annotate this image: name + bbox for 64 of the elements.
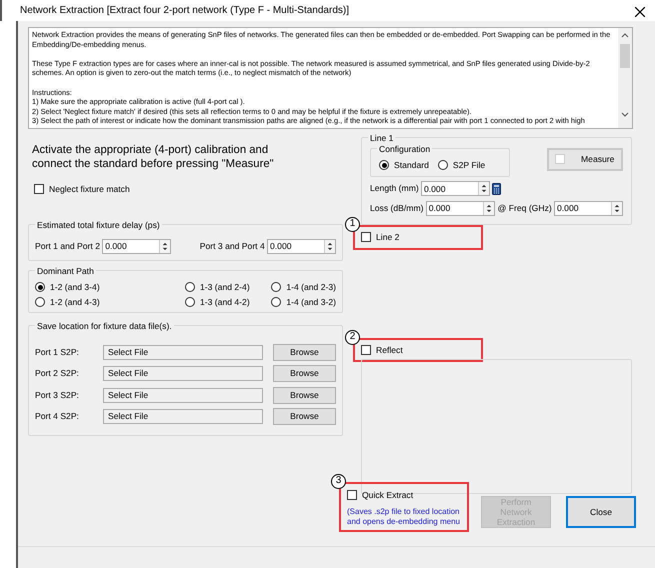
radio-button[interactable] bbox=[438, 160, 448, 170]
instruction-heading: Activate the appropriate (4-port) calibration and connect the standard before pressing "Measure" bbox=[32, 142, 275, 171]
field-label: Port 4 S2P: bbox=[35, 410, 80, 424]
callout-number: 2 bbox=[345, 330, 360, 345]
note-text: (Saves .s2p file to fixed location bbox=[347, 507, 461, 518]
checkbox[interactable] bbox=[361, 345, 371, 356]
spin-buttons-icon[interactable] bbox=[324, 240, 335, 253]
browse-button[interactable]: Browse bbox=[273, 365, 336, 382]
radio-button[interactable] bbox=[185, 297, 195, 308]
file-path-field[interactable]: Select File bbox=[103, 388, 263, 403]
callout-number: 1 bbox=[345, 216, 360, 232]
radio-button[interactable] bbox=[379, 160, 389, 170]
spin-buttons-icon[interactable] bbox=[159, 240, 170, 253]
radio-button[interactable] bbox=[35, 297, 45, 308]
radio-button[interactable] bbox=[271, 297, 282, 308]
number-field[interactable]: 0.000 bbox=[267, 238, 336, 254]
checkbox[interactable] bbox=[34, 184, 44, 194]
checkbox-label[interactable]: Line 2 bbox=[376, 230, 400, 244]
radio-label[interactable]: 1-3 (and 2-4) bbox=[200, 280, 250, 294]
radio-label[interactable]: 1-2 (and 4-3) bbox=[50, 296, 100, 309]
field-label: Port 3 and Port 4 bbox=[200, 240, 265, 253]
radio-label[interactable]: 1-4 (and 2-3) bbox=[286, 280, 336, 294]
number-field[interactable]: 0.000 bbox=[426, 200, 495, 216]
radio-button[interactable] bbox=[35, 282, 45, 292]
field-label: Port 2 S2P: bbox=[35, 367, 80, 380]
field-label: Length (mm) bbox=[370, 182, 419, 196]
spin-buttons-icon[interactable] bbox=[482, 202, 494, 215]
spin-buttons-icon[interactable] bbox=[611, 202, 622, 215]
calculator-icon[interactable] bbox=[492, 182, 502, 195]
radio-label[interactable]: Standard bbox=[394, 158, 429, 172]
radio-label[interactable]: 1-4 (and 3-2) bbox=[286, 296, 336, 309]
field-label: @ Freq (GHz) bbox=[498, 202, 552, 215]
checkbox[interactable] bbox=[347, 490, 357, 500]
close-button[interactable]: Close bbox=[566, 496, 636, 528]
browse-button[interactable]: Browse bbox=[273, 344, 336, 361]
spin-buttons-icon[interactable] bbox=[478, 182, 489, 196]
file-path-field[interactable]: Select File bbox=[103, 344, 263, 360]
browse-button[interactable]: Browse bbox=[273, 386, 336, 404]
file-path-field[interactable]: Select File bbox=[103, 366, 263, 382]
radio-button[interactable] bbox=[271, 282, 282, 292]
note-text: and opens de-embedding menu bbox=[347, 517, 461, 528]
group-title: Save location for fixture data file(s). bbox=[35, 320, 174, 332]
window-title: Network Extraction [Extract four 2-port network (Type F - Multi-Standards)] bbox=[20, 4, 349, 18]
callout-number: 3 bbox=[331, 474, 346, 489]
measure-button[interactable]: Measure bbox=[547, 148, 623, 171]
number-field[interactable]: 0.000 bbox=[554, 200, 623, 216]
browse-button[interactable]: Browse bbox=[273, 408, 336, 426]
radio-label[interactable]: S2P File bbox=[452, 158, 486, 172]
number-field[interactable]: 0.000 bbox=[102, 238, 172, 254]
file-path-field[interactable]: Select File bbox=[103, 409, 263, 424]
checkbox-label[interactable]: Reflect bbox=[376, 344, 403, 357]
radio-label[interactable]: 1-2 (and 3-4) bbox=[50, 280, 100, 294]
checkbox-label[interactable]: Quick Extract bbox=[362, 488, 414, 502]
field-label: Port 1 and Port 2 bbox=[35, 240, 100, 253]
checkbox[interactable] bbox=[361, 232, 371, 242]
number-field[interactable]: 0.000 bbox=[420, 181, 490, 196]
radio-label[interactable]: 1-3 (and 4-2) bbox=[200, 296, 250, 309]
group-title: Configuration bbox=[377, 142, 432, 156]
checkbox-label[interactable]: Neglect fixture match bbox=[49, 182, 130, 196]
field-label: Port 1 S2P: bbox=[35, 346, 80, 359]
field-label: Port 3 S2P: bbox=[35, 388, 80, 402]
group-title: Estimated total fixture delay (ps) bbox=[35, 218, 162, 232]
field-label: Loss (dB/mm) bbox=[370, 202, 424, 215]
radio-button[interactable] bbox=[185, 282, 195, 292]
